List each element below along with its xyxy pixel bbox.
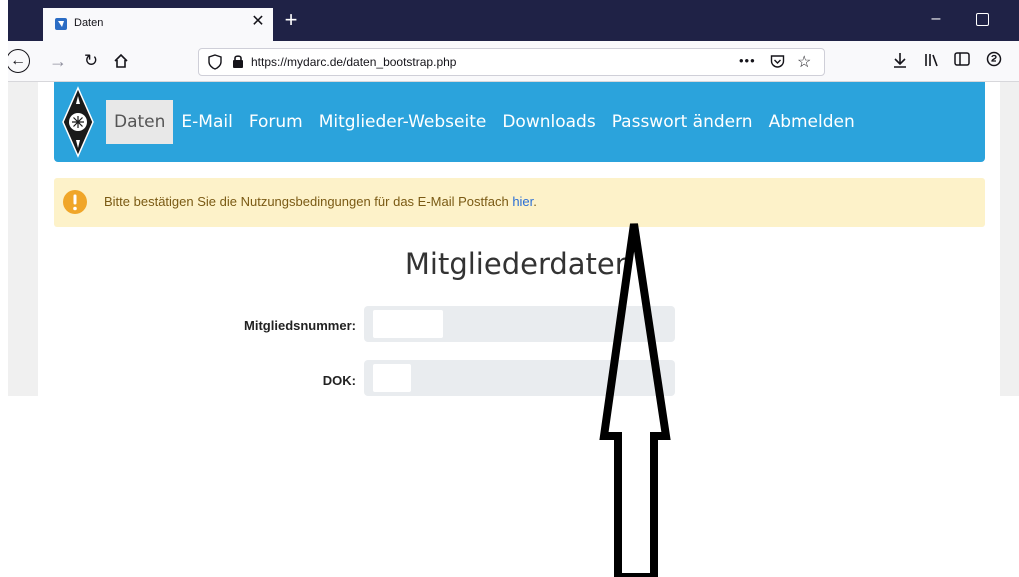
pointer-arrow-annotation (599, 223, 671, 577)
